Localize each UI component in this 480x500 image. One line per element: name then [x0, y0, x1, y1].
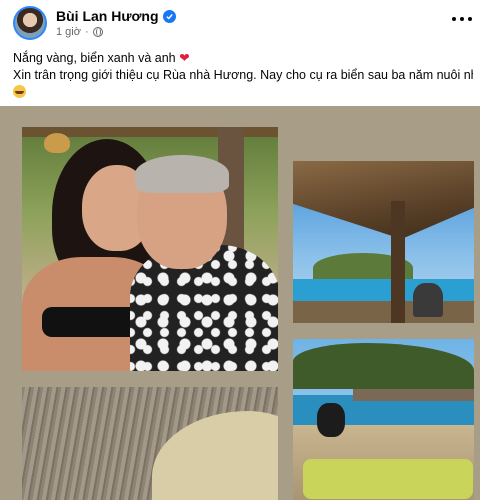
- globe-icon: [92, 27, 103, 37]
- red-heart-emoji: ❤: [179, 51, 190, 65]
- more-options-icon[interactable]: [452, 12, 472, 26]
- post-caption: Nắng vàng, biển xanh và anh ❤ Xin trân t…: [13, 50, 473, 101]
- verified-badge-icon: [162, 9, 176, 23]
- post-meta: 1 giờ ·: [56, 26, 103, 38]
- caption-line-1: Nắng vàng, biển xanh và anh ❤: [13, 51, 190, 65]
- author-name[interactable]: Bùi Lan Hương: [56, 8, 159, 24]
- photo-pavilion-sea[interactable]: [293, 161, 474, 323]
- author-avatar[interactable]: [13, 6, 47, 40]
- laughing-emoji: [13, 85, 26, 98]
- post-header: Bùi Lan Hương 1 giờ ·: [0, 0, 480, 44]
- photo-resort-beach[interactable]: [293, 339, 474, 500]
- caption-line-2: Xin trân trọng giới thiệu cụ Rùa nhà Hươ…: [13, 68, 473, 82]
- photo-selfie[interactable]: [22, 127, 278, 371]
- photo-rock[interactable]: [22, 387, 278, 500]
- photo-collage: [0, 106, 480, 500]
- post-time[interactable]: 1 giờ: [56, 26, 81, 38]
- author-name-row: Bùi Lan Hương: [56, 8, 176, 24]
- caption-line-3: [13, 84, 473, 101]
